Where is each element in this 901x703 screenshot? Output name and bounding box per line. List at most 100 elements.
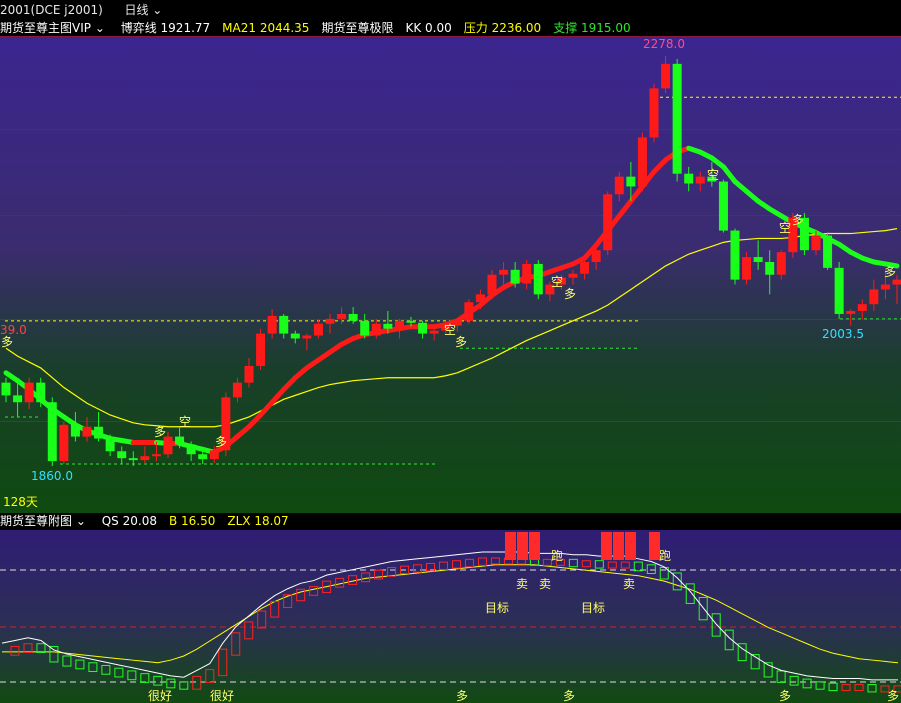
- candle-body: [313, 323, 323, 336]
- candle-body: [499, 269, 509, 275]
- candle-body: [487, 274, 497, 295]
- sub-signal-label: 卖: [623, 577, 635, 591]
- signal-label: 多: [215, 435, 227, 449]
- candle-body: [661, 63, 671, 89]
- main-price-chart[interactable]: 多空多空多空多空多空多多2278.01860.02003.539.0128天: [0, 36, 901, 513]
- candle-body: [47, 402, 57, 462]
- candle-body: [742, 257, 752, 280]
- signal-label: 多: [154, 425, 166, 439]
- candle-body: [337, 313, 347, 319]
- candle-body: [730, 230, 740, 280]
- candle-body: [823, 235, 833, 268]
- signal-label: 空: [779, 221, 791, 235]
- candle-body: [649, 88, 659, 138]
- candle-body: [232, 382, 242, 398]
- candle-body: [59, 424, 69, 462]
- candle-body: [325, 318, 335, 324]
- candle-body: [568, 273, 578, 278]
- sell-signal-block: [601, 532, 612, 560]
- sub-indicator-selector[interactable]: 期货至尊附图 ⌄: [0, 513, 86, 530]
- candle-body: [510, 269, 520, 284]
- candle-body: [394, 320, 404, 329]
- left-edge-price-label: 39.0: [0, 323, 27, 337]
- title-bar: 2001(DCE j2001) 日线 ⌄: [0, 0, 901, 20]
- candle-body: [163, 436, 173, 455]
- sell-signal-block: [613, 532, 624, 560]
- candle-body: [360, 320, 370, 336]
- sell-signal-block: [529, 532, 540, 560]
- sub-signal-label: 多: [456, 689, 468, 703]
- candle-body: [580, 261, 590, 274]
- sub-signal-label: 多: [563, 689, 575, 703]
- candle-body: [718, 181, 728, 231]
- signal-label: 多: [455, 335, 467, 349]
- candle-body: [811, 235, 821, 251]
- main-indicator-selector[interactable]: 期货至尊主图VIP ⌄: [0, 20, 105, 36]
- high-price-label: 2278.0: [643, 37, 685, 51]
- candle-body: [209, 450, 219, 460]
- main-header-item: 支撑 1915.00: [553, 21, 631, 35]
- candle-body: [383, 323, 393, 329]
- sub-signal-label: 跑: [551, 549, 563, 563]
- sub-signal-label: 卖: [516, 577, 528, 591]
- candle-body: [290, 333, 300, 339]
- candle-body: [846, 311, 856, 314]
- main-header-item: 压力 2236.00: [463, 21, 542, 35]
- candle-body: [186, 444, 196, 455]
- sub-signal-label: 很好: [148, 689, 172, 703]
- candle-body: [522, 263, 532, 284]
- candle-body: [776, 252, 786, 275]
- sub-signal-label: 多: [887, 689, 899, 703]
- candle-body: [82, 426, 92, 437]
- candle-body: [857, 304, 867, 312]
- candle-body: [117, 451, 127, 459]
- sub-header-item: QS 20.08: [101, 514, 157, 528]
- candle-body: [429, 330, 439, 334]
- candle-body: [533, 263, 543, 295]
- candle-body: [418, 322, 428, 334]
- candle-body: [13, 395, 23, 403]
- sub-indicator-header: 期货至尊附图 ⌄ QS 20.08 B 16.50 ZLX 18.07: [0, 513, 901, 530]
- candle-body: [672, 63, 682, 174]
- candle-body: [371, 323, 381, 336]
- candle-body: [128, 458, 138, 461]
- sub-signal-label: 多: [779, 689, 791, 703]
- candle-body: [475, 294, 485, 303]
- futures-chart-window: 2001(DCE j2001) 日线 ⌄ 期货至尊主图VIP ⌄ 博弈线 192…: [0, 0, 901, 703]
- signal-label: 空: [179, 415, 191, 429]
- candle-body: [626, 176, 636, 187]
- signal-label: 多: [564, 287, 576, 301]
- candle-body: [175, 436, 185, 445]
- candle-body: [684, 173, 694, 184]
- candle-body: [279, 315, 289, 334]
- signal-label: 空: [707, 168, 719, 182]
- candle-body: [267, 315, 277, 334]
- main-header-item: 期货至尊极限: [321, 21, 394, 35]
- candle-body: [603, 194, 613, 251]
- candle-body: [36, 382, 46, 403]
- candle-body: [105, 438, 115, 452]
- sub-header-item: ZLX 18.07: [227, 514, 289, 528]
- signal-label: 多: [1, 335, 13, 349]
- candle-body: [614, 176, 624, 195]
- signal-label: 多: [792, 213, 804, 227]
- candle-body: [24, 382, 34, 403]
- sub-signal-label: 目标: [485, 601, 509, 615]
- candle-body: [695, 176, 705, 184]
- candle-body: [94, 426, 104, 439]
- candle-body: [464, 302, 474, 321]
- period-selector[interactable]: 日线 ⌄: [124, 0, 162, 20]
- sub-signal-label: 跑: [659, 549, 671, 563]
- signal-label: 空: [551, 275, 563, 289]
- candle-body: [753, 257, 763, 262]
- contract-code: 2001(DCE j2001): [0, 3, 103, 17]
- candle-body: [869, 289, 879, 305]
- sub-indicator-chart[interactable]: 跑跑卖卖卖目标 目标很好 很好多多多多: [0, 530, 901, 703]
- candle-body: [198, 454, 208, 460]
- main-header-item: KK 0.00: [405, 21, 452, 35]
- candle-body: [591, 250, 601, 262]
- candle-body: [892, 279, 901, 285]
- main-indicator-name: 期货至尊主图VIP: [0, 21, 91, 35]
- candle-body: [302, 335, 312, 339]
- candle-body: [151, 454, 161, 457]
